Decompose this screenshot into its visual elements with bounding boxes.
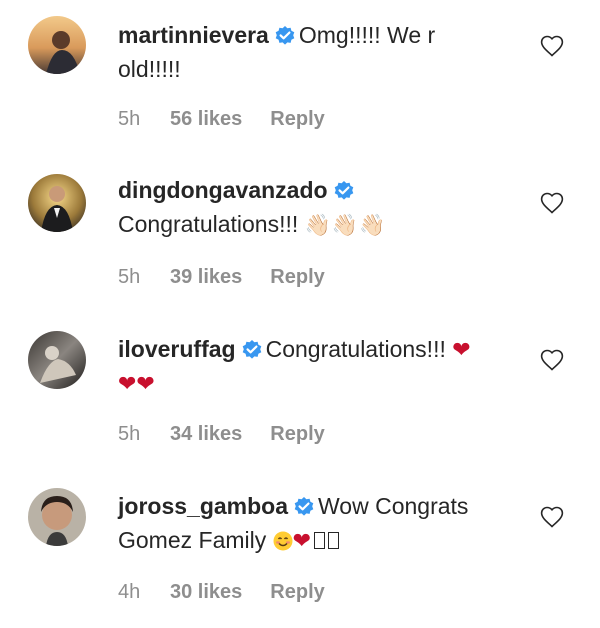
heart-outline-icon[interactable] bbox=[540, 506, 564, 528]
reply-button[interactable]: Reply bbox=[270, 266, 324, 289]
smiling-face-emoji bbox=[273, 528, 293, 559]
comment-timestamp[interactable]: 5h bbox=[118, 266, 156, 289]
comment-text: Omg!!!!! We r bbox=[298, 22, 436, 48]
comment-timestamp[interactable]: 5h bbox=[118, 423, 156, 446]
comment-username[interactable]: iloveruffag bbox=[118, 336, 236, 362]
comment-timestamp[interactable]: 4h bbox=[118, 581, 156, 604]
comment-likes[interactable]: 39 likes bbox=[170, 266, 242, 289]
red-heart-emoji: ❤ bbox=[452, 337, 471, 362]
verified-badge-icon bbox=[294, 494, 314, 525]
heart-outline-icon[interactable] bbox=[540, 349, 564, 371]
missing-glyph-icon bbox=[328, 532, 340, 549]
comment-item: iloveruffag Congratulations!!! ❤ ❤❤ 5h 34 … bbox=[0, 314, 600, 471]
red-heart-emoji: ❤ bbox=[292, 528, 312, 553]
comment-text: Wow Congrats bbox=[318, 493, 469, 519]
comment-item: dingdongavanzado Congratulations!!! 👋🏻👋🏻… bbox=[0, 157, 600, 314]
verified-badge-icon bbox=[242, 337, 262, 368]
comment-likes[interactable]: 56 likes bbox=[170, 108, 242, 131]
avatar[interactable] bbox=[28, 331, 86, 389]
comment-text: Congratulations!!! bbox=[265, 336, 446, 362]
verified-badge-icon bbox=[275, 23, 295, 54]
heart-outline-icon[interactable] bbox=[540, 35, 564, 57]
avatar[interactable] bbox=[28, 16, 86, 74]
reply-button[interactable]: Reply bbox=[270, 423, 324, 446]
verified-badge-icon bbox=[334, 178, 354, 209]
comment-item: martinnievera Omg!!!!! We r old!!!!! 5h 56… bbox=[0, 0, 600, 157]
comment-likes[interactable]: 30 likes bbox=[170, 581, 242, 604]
comment-text-continued: old!!!!! bbox=[118, 56, 181, 82]
comment-text-continued: Gomez Family bbox=[118, 527, 267, 553]
red-heart-emoji: ❤❤ bbox=[118, 371, 155, 396]
reply-button[interactable]: Reply bbox=[270, 581, 324, 604]
missing-glyph-icon bbox=[314, 532, 326, 549]
comment-username[interactable]: joross_gamboa bbox=[118, 493, 288, 519]
avatar[interactable] bbox=[28, 174, 86, 232]
comment-username[interactable]: martinnievera bbox=[118, 22, 269, 48]
avatar[interactable] bbox=[28, 488, 86, 546]
waving-hands-emoji: 👋🏻👋🏻👋🏻 bbox=[304, 214, 387, 237]
comment-likes[interactable]: 34 likes bbox=[170, 423, 242, 446]
comment-text: Congratulations!!! bbox=[118, 211, 299, 237]
heart-outline-icon[interactable] bbox=[540, 192, 564, 214]
comment-username[interactable]: dingdongavanzado bbox=[118, 177, 328, 203]
comment-timestamp[interactable]: 5h bbox=[118, 108, 156, 131]
reply-button[interactable]: Reply bbox=[270, 108, 324, 131]
comment-item: joross_gamboa Wow Congrats Gomez Family ❤… bbox=[0, 471, 600, 628]
